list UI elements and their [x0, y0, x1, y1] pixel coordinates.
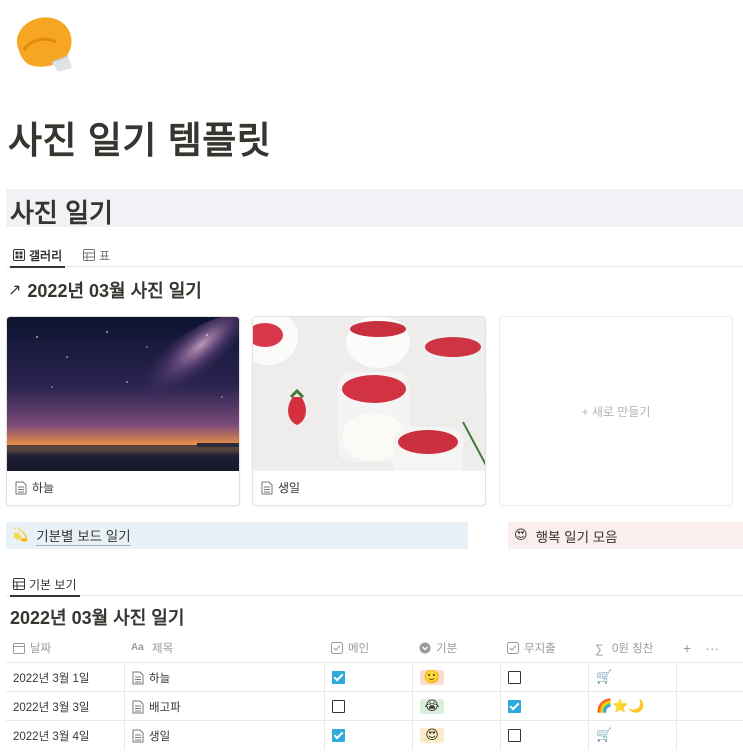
cell-main[interactable]	[324, 692, 412, 721]
main-checkbox[interactable]	[332, 700, 345, 713]
more-options-button[interactable]: ···	[705, 640, 719, 656]
new-card-button[interactable]: + 새로 만들기	[499, 316, 733, 506]
cell-title[interactable]: 배고파	[124, 692, 324, 721]
arrow-northeast-icon: ↗	[8, 282, 22, 299]
cell-title[interactable]: 하늘	[124, 663, 324, 692]
checkbox-icon	[507, 641, 519, 654]
page-title: 사진 일기 템플릿	[8, 120, 272, 161]
cell-praise[interactable]: 🛒	[588, 663, 676, 692]
card-title: 생일	[278, 481, 301, 495]
gallery-card-sky[interactable]: 하늘	[6, 316, 240, 506]
strawberry-dessert-cover-image	[253, 317, 485, 471]
no-spend-checkbox[interactable]	[508, 700, 521, 713]
table-row[interactable]: 2022년 3월 4일 생일 😍 🛒	[6, 720, 743, 750]
cell-date[interactable]: 2022년 3월 3일	[6, 692, 124, 721]
card-caption: 생일	[261, 479, 300, 496]
select-icon	[419, 642, 431, 654]
praise-value: 🌈⭐🌙	[596, 699, 645, 714]
column-header-actions: + ···	[676, 633, 743, 662]
document-icon	[15, 481, 27, 495]
cell-title-text: 하늘	[149, 672, 171, 685]
cell-mood[interactable]: 😍	[412, 721, 500, 750]
column-header-date[interactable]: 날짜	[6, 633, 124, 662]
praise-value: 🛒	[596, 728, 613, 743]
table-header-row: 날짜 Aa 제목 메인 기분 무지출 ∑ 0원 칭찬 + ···	[6, 633, 743, 662]
cell-mood[interactable]: 🙂	[412, 663, 500, 692]
tab-gallery[interactable]: 갤러리	[10, 243, 66, 268]
tab-default-view-label: 기본 보기	[29, 577, 77, 592]
mood-tag: 😭	[420, 699, 444, 714]
cell-empty	[676, 663, 743, 692]
gallery-card-birthday[interactable]: 생일	[252, 316, 486, 506]
cell-main[interactable]	[324, 663, 412, 692]
checkbox-icon	[331, 641, 343, 654]
table-heading[interactable]: 2022년 03월 사진 일기	[10, 604, 184, 630]
gallery-heading-text: 2022년 03월 사진 일기	[27, 281, 202, 301]
cell-empty	[676, 721, 743, 750]
column-header-main[interactable]: 메인	[324, 633, 412, 662]
column-header-praise[interactable]: ∑ 0원 칭찬	[588, 633, 676, 662]
table-view-tabbar: 기본 보기	[6, 566, 743, 597]
document-icon	[261, 481, 273, 495]
gallery-heading[interactable]: ↗ 2022년 03월 사진 일기	[8, 277, 202, 303]
mood-tag: 🙂	[420, 670, 444, 685]
no-spend-checkbox[interactable]	[508, 729, 521, 742]
tab-table[interactable]: 표	[80, 243, 113, 267]
tab-default-view[interactable]: 기본 보기	[10, 572, 80, 597]
table-row[interactable]: 2022년 3월 1일 하늘 🙂 🛒	[6, 662, 743, 692]
cell-no-spend[interactable]	[500, 692, 588, 721]
add-column-button[interactable]: +	[683, 640, 691, 656]
cell-title[interactable]: 생일	[124, 721, 324, 750]
cell-title-text: 생일	[149, 730, 171, 743]
no-spend-checkbox[interactable]	[508, 671, 521, 684]
cell-praise[interactable]: 🛒	[588, 721, 676, 750]
table-row[interactable]: 2022년 3월 3일 배고파 😭 🌈⭐🌙	[6, 691, 743, 721]
callout-mood-board[interactable]: 💫 기분별 보드 일기	[6, 522, 468, 549]
database-header: 사진 일기	[6, 189, 743, 230]
cell-no-spend[interactable]	[500, 663, 588, 692]
callout-happy-collection-link[interactable]: 행복 일기 모음	[536, 526, 618, 546]
table-icon	[13, 578, 25, 590]
card-caption: 하늘	[15, 479, 54, 496]
praise-value: 🛒	[596, 670, 613, 685]
main-checkbox[interactable]	[332, 671, 345, 684]
cell-praise[interactable]: 🌈⭐🌙	[588, 692, 676, 721]
heart-eyes-icon: 😍	[514, 528, 528, 543]
cell-empty	[676, 692, 743, 721]
callout-happy-collection[interactable]: 😍 행복 일기 모음	[508, 522, 743, 549]
column-header-mood[interactable]: 기분	[412, 633, 500, 662]
document-icon	[132, 671, 144, 685]
table-icon	[83, 249, 95, 261]
gallery-icon	[13, 249, 25, 261]
sigma-icon: ∑	[595, 641, 604, 656]
calendar-icon	[13, 642, 25, 654]
column-header-title[interactable]: Aa 제목	[124, 633, 324, 662]
tab-table-label: 표	[99, 248, 111, 263]
column-header-no-spend[interactable]: 무지출	[500, 633, 588, 662]
callout-mood-board-link[interactable]: 기분별 보드 일기	[36, 525, 131, 546]
cell-no-spend[interactable]	[500, 721, 588, 750]
fortune-cookie-icon[interactable]	[10, 10, 78, 76]
text-aa-icon: Aa	[131, 641, 144, 653]
night-sky-cover-image	[7, 317, 239, 471]
view-tabbar: 갤러리 표	[6, 237, 743, 268]
document-icon	[132, 729, 144, 743]
dizzy-star-icon: 💫	[12, 528, 29, 543]
cell-title-text: 배고파	[149, 701, 181, 714]
card-title: 하늘	[32, 481, 55, 495]
database-title[interactable]: 사진 일기	[10, 193, 113, 230]
main-checkbox[interactable]	[332, 729, 345, 742]
document-icon	[132, 700, 144, 714]
cell-main[interactable]	[324, 721, 412, 750]
mood-tag: 😍	[420, 728, 444, 743]
cell-date[interactable]: 2022년 3월 4일	[6, 721, 124, 750]
tab-gallery-label: 갤러리	[29, 248, 63, 263]
cell-mood[interactable]: 😭	[412, 692, 500, 721]
cell-date[interactable]: 2022년 3월 1일	[6, 663, 124, 692]
